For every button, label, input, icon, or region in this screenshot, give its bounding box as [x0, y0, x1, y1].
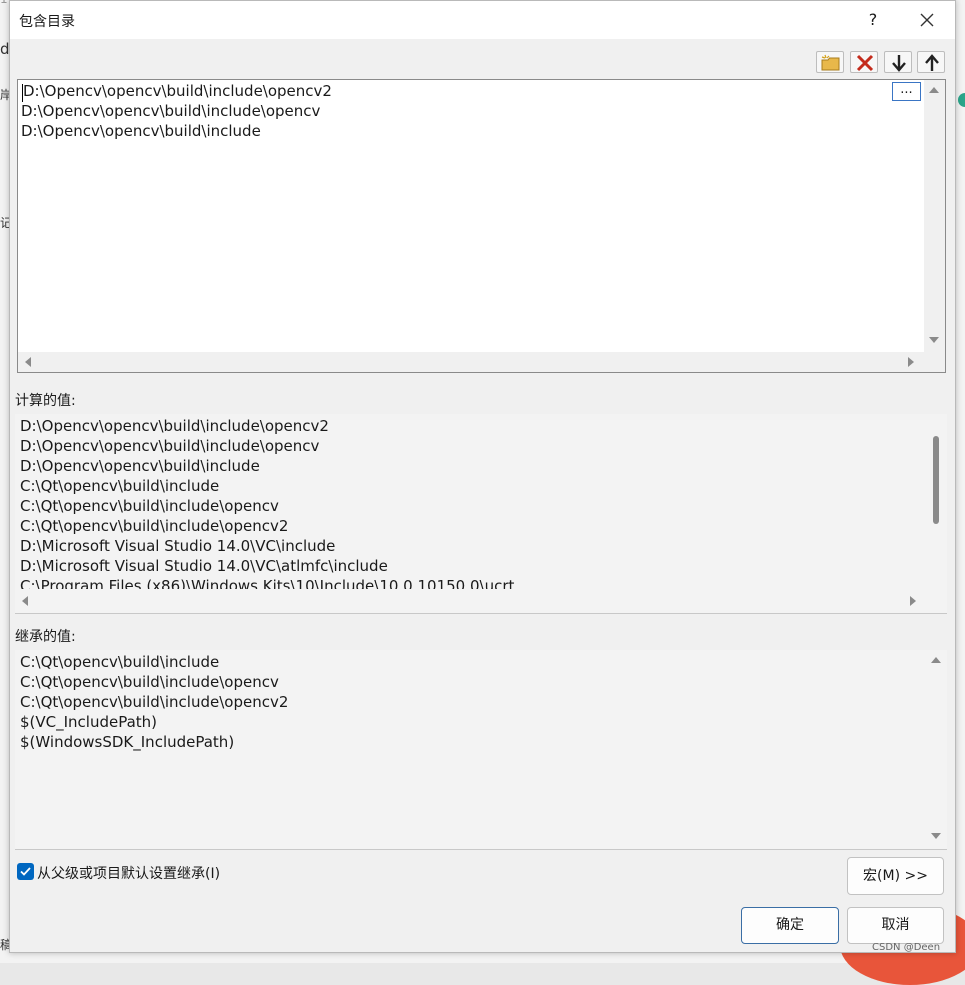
move-down-button[interactable]: [884, 51, 912, 73]
scroll-up-icon[interactable]: [929, 87, 939, 93]
text-cursor: [22, 84, 23, 102]
include-directories-dialog: 包含目录 ? D:\Opencv\opencv\build\include\op…: [9, 0, 956, 953]
list-item[interactable]: D:\Opencv\opencv\build\include\opencv: [21, 102, 320, 120]
list-item: C:\Program Files (x86)\Windows Kits\10\I…: [20, 577, 515, 589]
cancel-button[interactable]: 取消: [847, 907, 944, 944]
scrollbar-thumb[interactable]: [933, 436, 939, 524]
list-item: D:\Opencv\opencv\build\include\opencv2: [20, 417, 329, 435]
list-item: C:\Qt\opencv\build\include\opencv2: [20, 517, 289, 535]
new-folder-icon: [821, 54, 840, 71]
ok-button[interactable]: 确定: [741, 907, 839, 944]
list-item[interactable]: D:\Opencv\opencv\build\include: [21, 122, 261, 140]
close-button[interactable]: [914, 7, 940, 33]
help-button[interactable]: ?: [861, 7, 885, 33]
evaluated-value-box: D:\Opencv\opencv\build\include\opencv2 D…: [15, 414, 947, 614]
watermark: CSDN @Deen: [872, 942, 941, 953]
inherit-checkbox-label[interactable]: 从父级或项目默认设置继承(I): [37, 863, 220, 883]
list-item: C:\Qt\opencv\build\include: [20, 477, 220, 495]
inherited-value-label: 继承的值:: [15, 629, 76, 645]
horizontal-scrollbar[interactable]: [15, 591, 947, 611]
close-icon: [920, 13, 934, 27]
background-text-fragment: 岸: [0, 88, 9, 102]
list-item: C:\Qt\opencv\build\include\opencv2: [20, 693, 289, 711]
vertical-scrollbar[interactable]: [925, 414, 947, 591]
list-item: $(WindowsSDK_IncludePath): [20, 733, 235, 751]
evaluated-value-label: 计算的值:: [15, 393, 76, 409]
scroll-up-icon[interactable]: [931, 657, 941, 663]
background-text-fragment: 记: [0, 216, 9, 230]
background-text-fragment: 1: [0, 0, 8, 6]
delete-icon: [856, 54, 874, 72]
macros-button[interactable]: 宏(M) >>: [847, 857, 944, 895]
list-item: D:\Opencv\opencv\build\include: [20, 457, 260, 475]
title-bar: 包含目录 ?: [10, 1, 955, 39]
inherited-value-box: C:\Qt\opencv\build\include C:\Qt\opencv\…: [15, 650, 947, 850]
include-paths-editor[interactable]: D:\Opencv\opencv\build\include\opencv2 D…: [17, 79, 946, 373]
delete-line-button[interactable]: [850, 51, 878, 73]
list-item: D:\Opencv\opencv\build\include\opencv: [20, 437, 320, 455]
background-status-dot: [958, 93, 965, 107]
move-up-button[interactable]: [917, 51, 945, 73]
list-item: $(VC_IncludePath): [20, 713, 158, 731]
scroll-right-icon[interactable]: [908, 357, 914, 367]
arrow-up-icon: [925, 54, 939, 71]
inherit-checkbox[interactable]: [17, 863, 34, 880]
list-item: D:\Microsoft Visual Studio 14.0\VC\atlmf…: [20, 557, 388, 575]
background-text-fragment: 稿: [0, 938, 9, 952]
checkmark-icon: [20, 867, 31, 876]
scroll-right-icon[interactable]: [910, 596, 916, 606]
list-item: C:\Qt\opencv\build\include\opencv: [20, 497, 279, 515]
list-item: D:\Microsoft Visual Studio 14.0\VC\inclu…: [20, 537, 336, 555]
scroll-down-icon[interactable]: [931, 833, 941, 839]
list-item: C:\Qt\opencv\build\include\opencv: [20, 673, 279, 691]
vertical-scrollbar[interactable]: [924, 80, 945, 352]
arrow-down-icon: [892, 55, 906, 72]
scroll-left-icon[interactable]: [22, 596, 28, 606]
horizontal-scrollbar[interactable]: [18, 352, 945, 372]
toolbar: [10, 51, 955, 75]
clipped-line-container: C:\Program Files (x86)\Windows Kits\10\I…: [15, 577, 925, 589]
list-item[interactable]: D:\Opencv\opencv\build\include\opencv2: [23, 82, 332, 100]
scroll-down-icon[interactable]: [929, 337, 939, 343]
background-window-right: [955, 0, 965, 963]
dialog-title: 包含目录: [19, 14, 75, 30]
background-window-bottom: [0, 952, 965, 963]
scroll-left-icon[interactable]: [25, 357, 31, 367]
new-line-button[interactable]: [816, 51, 844, 73]
browse-button[interactable]: ...: [892, 82, 921, 101]
vertical-scrollbar[interactable]: [925, 650, 947, 848]
list-item: C:\Qt\opencv\build\include: [20, 653, 220, 671]
